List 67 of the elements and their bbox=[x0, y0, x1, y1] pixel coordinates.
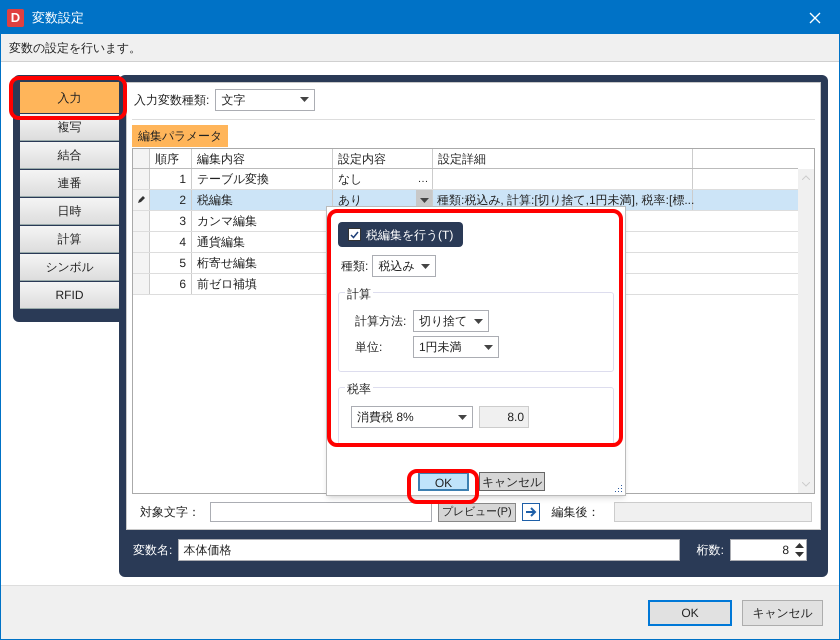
target-text-label: 対象文字： bbox=[140, 504, 200, 522]
close-icon[interactable] bbox=[809, 12, 821, 24]
window-title: 変数設定 bbox=[32, 8, 84, 27]
caret-icon bbox=[458, 414, 467, 420]
rate-select[interactable]: 消費税 8% bbox=[351, 406, 473, 428]
method-select[interactable]: 切り捨て bbox=[413, 310, 489, 332]
app-icon: D bbox=[7, 8, 24, 26]
row-header[interactable] bbox=[133, 190, 150, 210]
variable-name-label: 変数名: bbox=[133, 542, 172, 559]
spin-arrows-icon[interactable] bbox=[795, 542, 804, 558]
unit-label: 単位: bbox=[355, 339, 384, 356]
table-cell: 3 bbox=[150, 211, 192, 232]
checkbox-label: 税編集を行う(T) bbox=[366, 226, 454, 244]
group-title: 計算 bbox=[345, 285, 373, 303]
type-select[interactable]: 税込み bbox=[372, 255, 436, 277]
description-text: 変数の設定を行います。 bbox=[9, 40, 141, 56]
scroll-down-icon[interactable] bbox=[802, 482, 810, 487]
side-tab[interactable]: 結合 bbox=[20, 142, 119, 169]
ellipsis-button[interactable]: … bbox=[414, 169, 432, 190]
column-header: 設定詳細 bbox=[433, 149, 693, 168]
input-type-label: 入力変数種類: bbox=[134, 92, 210, 109]
type-label: 種類: bbox=[341, 258, 368, 275]
rate-value-field: 8.0 bbox=[479, 406, 529, 428]
side-tab[interactable]: 入力 bbox=[20, 82, 119, 113]
scrollbar[interactable] bbox=[798, 169, 814, 493]
table-cell-text: なし bbox=[337, 171, 363, 188]
input-type-select[interactable]: 文字 bbox=[215, 88, 316, 111]
digits-label: 桁数: bbox=[696, 542, 724, 559]
table-cell: テーブル変換 bbox=[192, 169, 333, 190]
caret-icon bbox=[474, 318, 483, 324]
ok-button[interactable]: OK bbox=[648, 600, 732, 626]
digits-spinner[interactable]: 8 bbox=[730, 539, 807, 561]
column-header: 編集内容 bbox=[192, 149, 333, 168]
checkbox-header[interactable]: 税編集を行う(T) bbox=[338, 222, 464, 247]
side-tab[interactable]: 連番 bbox=[20, 170, 119, 197]
side-tab[interactable]: RFID bbox=[20, 282, 119, 309]
pencil-icon bbox=[137, 196, 145, 204]
caret-icon bbox=[300, 97, 310, 102]
caret-icon bbox=[484, 344, 493, 350]
scroll-up-icon[interactable] bbox=[802, 175, 810, 180]
column-header: 順序 bbox=[150, 149, 192, 168]
check-icon bbox=[350, 230, 359, 238]
table-cell: 6 bbox=[150, 274, 192, 294]
caret-icon bbox=[420, 198, 428, 203]
table-cell-text: あり bbox=[337, 192, 363, 210]
parameter-tab[interactable]: 編集パラメータ bbox=[132, 125, 228, 148]
caret-icon bbox=[421, 264, 430, 268]
table-cell: 2 bbox=[150, 190, 192, 210]
table-cell: 1 bbox=[150, 169, 192, 190]
target-text-field[interactable] bbox=[210, 502, 432, 522]
preview-button[interactable]: プレビュー(P) bbox=[438, 502, 516, 522]
edited-text-label: 編集後： bbox=[552, 504, 600, 522]
popup-ok-button[interactable]: OK bbox=[418, 472, 469, 491]
side-tab[interactable]: 日時 bbox=[20, 198, 119, 225]
column-header: 設定内容 bbox=[333, 149, 433, 168]
popup-cancel-button[interactable]: キャンセル bbox=[479, 472, 545, 491]
method-label: 計算方法: bbox=[355, 313, 408, 330]
table-cell: 4 bbox=[150, 232, 192, 252]
cancel-button[interactable]: キャンセル bbox=[742, 600, 823, 626]
variable-name-field[interactable]: 本体価格 bbox=[178, 539, 680, 561]
unit-select[interactable]: 1円未満 bbox=[413, 336, 499, 358]
resize-grip-icon[interactable] bbox=[614, 484, 623, 493]
side-tab[interactable]: シンボル bbox=[20, 254, 119, 281]
table-cell: 5 bbox=[150, 253, 192, 274]
checkbox[interactable] bbox=[348, 228, 361, 241]
arrow-right-icon[interactable] bbox=[522, 503, 540, 522]
side-tab[interactable]: 計算 bbox=[20, 226, 119, 253]
